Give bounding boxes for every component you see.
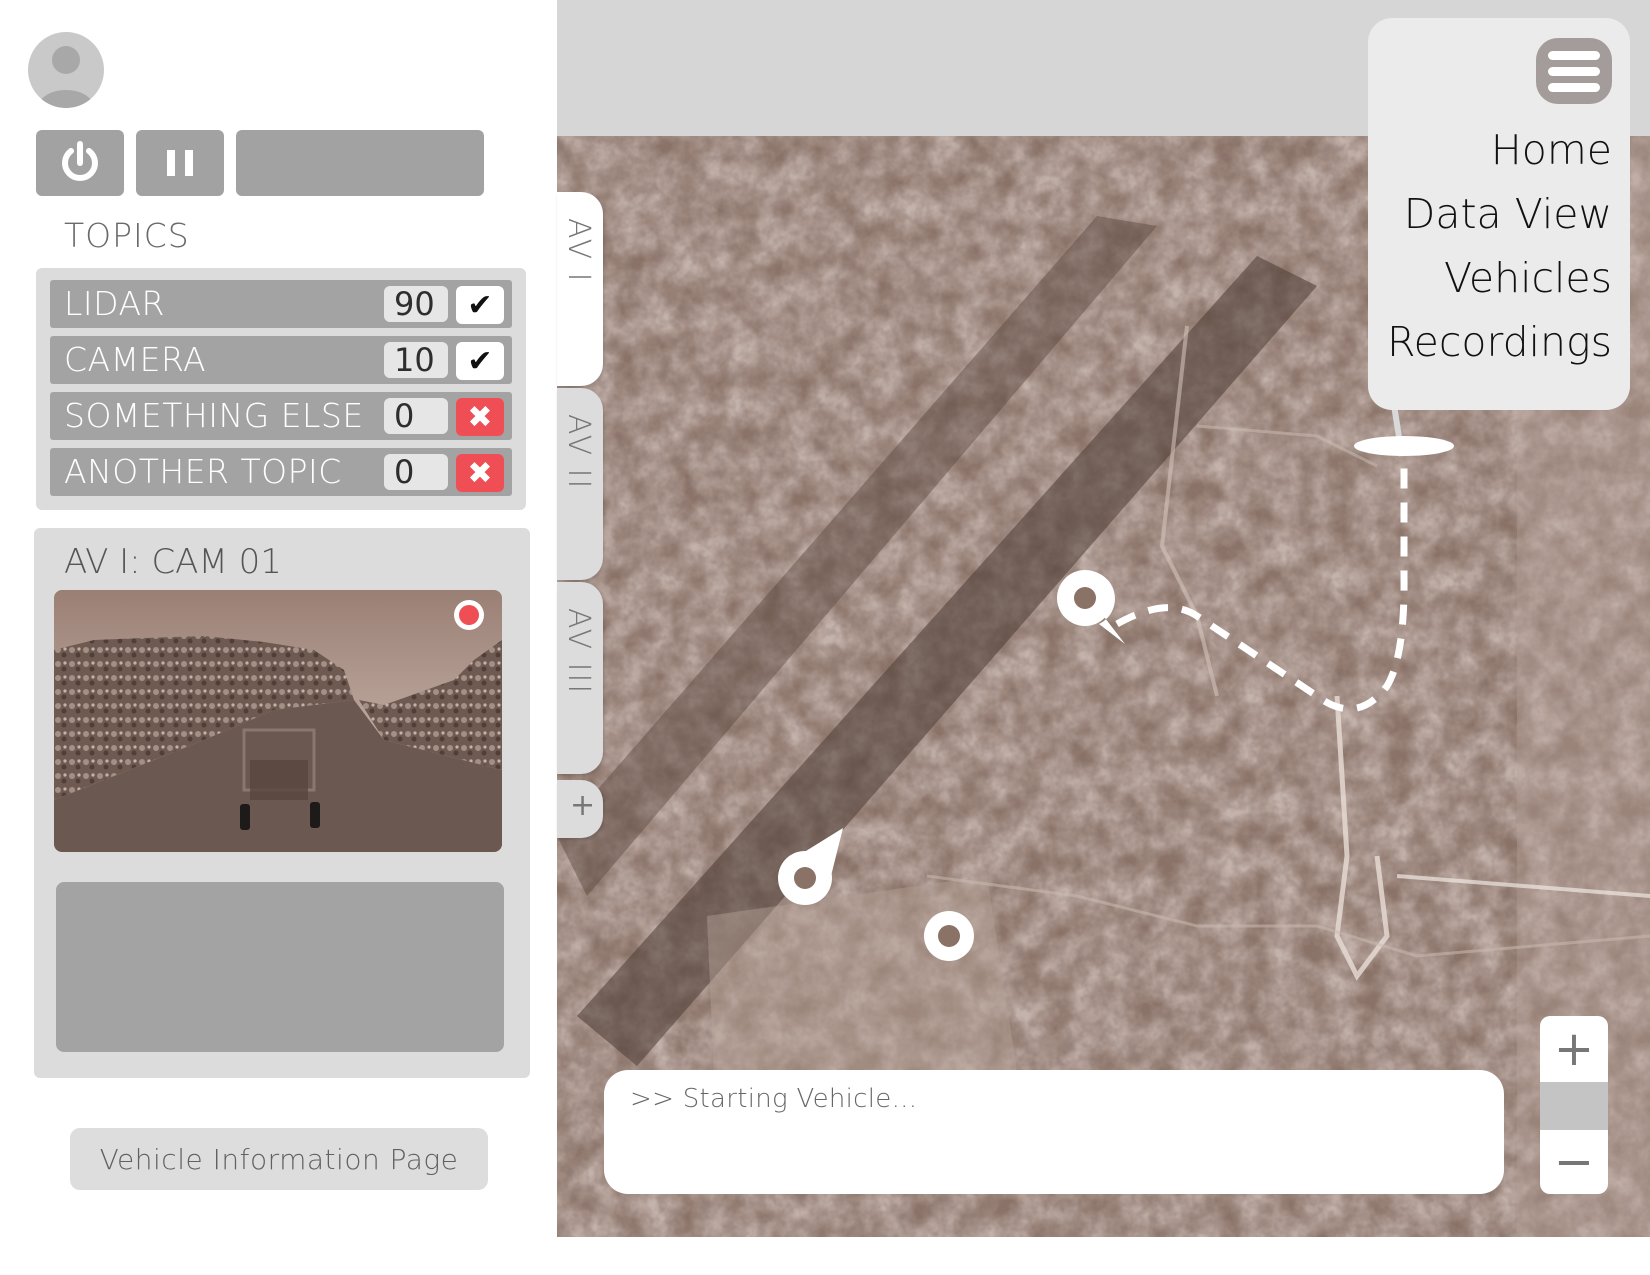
map-waypoint-icon — [924, 911, 974, 961]
topic-row-lidar: LIDAR 90 ✔ — [50, 280, 512, 328]
power-icon — [62, 141, 98, 181]
topic-row-something-else: SOMETHING ELSE 0 ✖ — [50, 392, 512, 440]
recording-indicator[interactable] — [454, 600, 484, 630]
zoom-level-track[interactable] — [1540, 1082, 1608, 1130]
topics-heading: TOPICS — [64, 216, 190, 255]
power-button[interactable] — [36, 130, 124, 196]
topic-name: SOMETHING ELSE — [64, 396, 364, 435]
tab-label: AV III — [561, 608, 596, 696]
topic-count[interactable]: 10 — [384, 342, 448, 378]
camera-feed-image — [54, 590, 502, 852]
tab-av-3[interactable]: AV III — [557, 582, 603, 774]
zoom-out-button[interactable]: − — [1540, 1130, 1608, 1194]
record-icon — [459, 605, 479, 625]
camera-panel: AV I: CAM 01 — [34, 528, 530, 1078]
hamburger-menu-icon[interactable] — [1536, 38, 1612, 104]
user-icon — [38, 46, 94, 108]
nav-item-recordings[interactable]: Recordings — [1387, 318, 1612, 366]
console-text: >> Starting Vehicle... — [630, 1084, 918, 1114]
nav-item-home[interactable]: Home — [1491, 126, 1612, 174]
camera-feed[interactable] — [54, 590, 502, 852]
console-log[interactable]: >> Starting Vehicle... — [604, 1070, 1504, 1194]
nav-menu: Home Data View Vehicles Recordings — [1368, 18, 1630, 410]
camera-title: AV I: CAM 01 — [64, 542, 282, 582]
tab-av-1[interactable]: AV I — [557, 192, 603, 386]
topic-count[interactable]: 90 — [384, 286, 448, 322]
topic-row-camera: CAMERA 10 ✔ — [50, 336, 512, 384]
plus-icon: + — [570, 788, 596, 823]
topic-disabled-checkbox[interactable]: ✖ — [456, 398, 504, 436]
topic-enabled-checkbox[interactable]: ✔ — [456, 286, 504, 324]
toolbar-blank-button[interactable] — [236, 130, 484, 196]
tab-av-2[interactable]: AV II — [557, 388, 603, 580]
topic-name: LIDAR — [64, 284, 165, 323]
camera-secondary-panel — [56, 882, 504, 1052]
route-end-marker — [1354, 436, 1454, 456]
nav-item-vehicles[interactable]: Vehicles — [1444, 254, 1612, 302]
zoom-in-button[interactable]: + — [1540, 1016, 1608, 1082]
nav-item-data-view[interactable]: Data View — [1404, 190, 1612, 238]
user-avatar[interactable] — [28, 32, 104, 108]
topic-disabled-checkbox[interactable]: ✖ — [456, 454, 504, 492]
pause-button[interactable] — [136, 130, 224, 196]
topic-row-another-topic: ANOTHER TOPIC 0 ✖ — [50, 448, 512, 496]
pause-icon — [167, 150, 193, 176]
topic-name: ANOTHER TOPIC — [64, 452, 342, 491]
tab-label: AV II — [561, 414, 596, 491]
vehicle-information-button[interactable]: Vehicle Information Page — [70, 1128, 488, 1190]
topic-count[interactable]: 0 — [384, 454, 448, 490]
topic-name: CAMERA — [64, 340, 207, 379]
zoom-control: + − — [1540, 1016, 1608, 1194]
topics-panel: LIDAR 90 ✔ CAMERA 10 ✔ SOMETHING ELSE 0 … — [36, 268, 526, 510]
tab-label: AV I — [561, 218, 596, 284]
topic-enabled-checkbox[interactable]: ✔ — [456, 342, 504, 380]
topic-count[interactable]: 0 — [384, 398, 448, 434]
add-tab-button[interactable]: + — [557, 780, 603, 838]
